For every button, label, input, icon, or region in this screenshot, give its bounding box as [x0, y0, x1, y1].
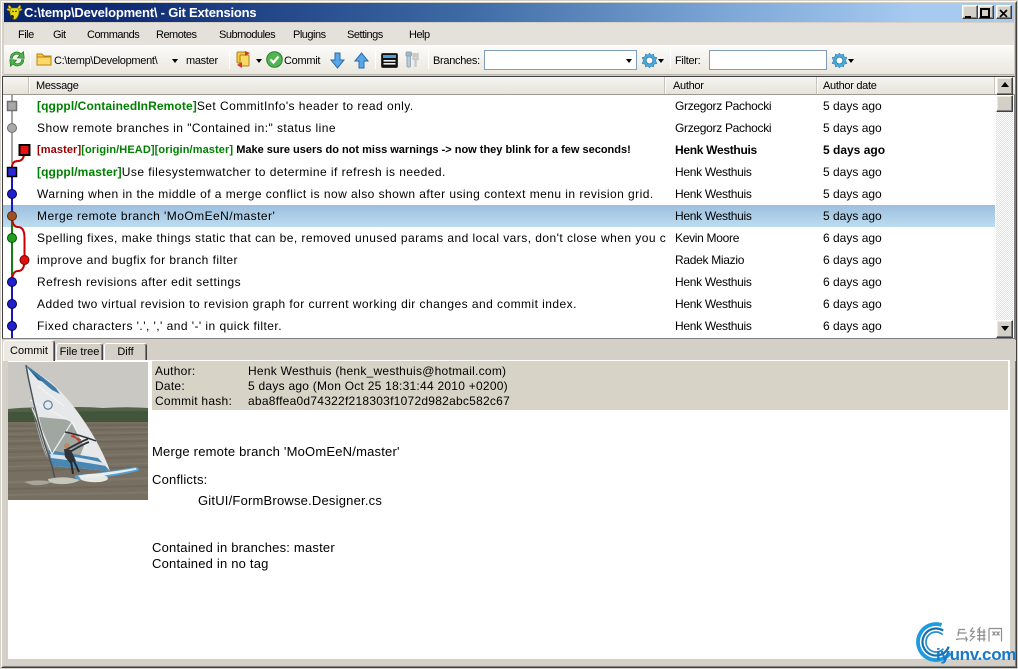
- svg-text:iyunv.com: iyunv.com: [936, 645, 1016, 664]
